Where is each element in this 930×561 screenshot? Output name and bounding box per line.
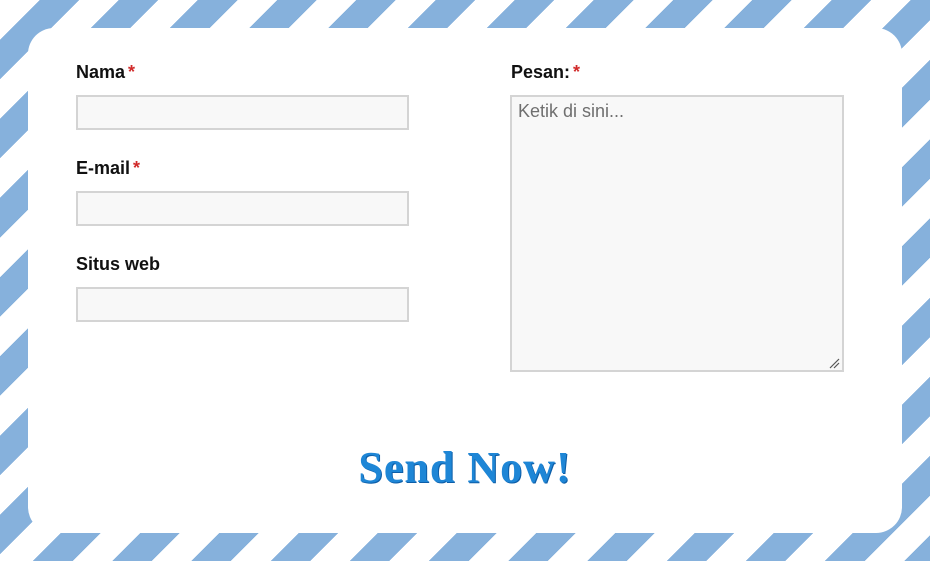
email-input[interactable] — [76, 191, 409, 226]
required-marker: * — [573, 62, 581, 82]
email-label: E-mail * — [76, 158, 140, 178]
message-textarea[interactable] — [510, 95, 844, 372]
required-marker: * — [128, 62, 136, 82]
message-label: Pesan: * — [511, 62, 580, 82]
email-label-text: E-mail — [76, 158, 131, 178]
name-label-text: Nama — [76, 62, 126, 82]
website-label: Situs web — [76, 254, 160, 274]
name-input[interactable] — [76, 95, 409, 130]
airmail-envelope-frame: Nama* E-mail* Situs web Pesan:* Send Now… — [0, 0, 930, 561]
resize-grip-icon[interactable] — [829, 358, 840, 369]
required-marker: * — [133, 158, 141, 178]
send-now-button[interactable]: Send Now! — [330, 438, 600, 498]
message-label-text: Pesan: — [511, 62, 571, 82]
name-label: Nama * — [76, 62, 135, 82]
website-label-text: Situs web — [76, 254, 161, 274]
website-input[interactable] — [76, 287, 409, 322]
